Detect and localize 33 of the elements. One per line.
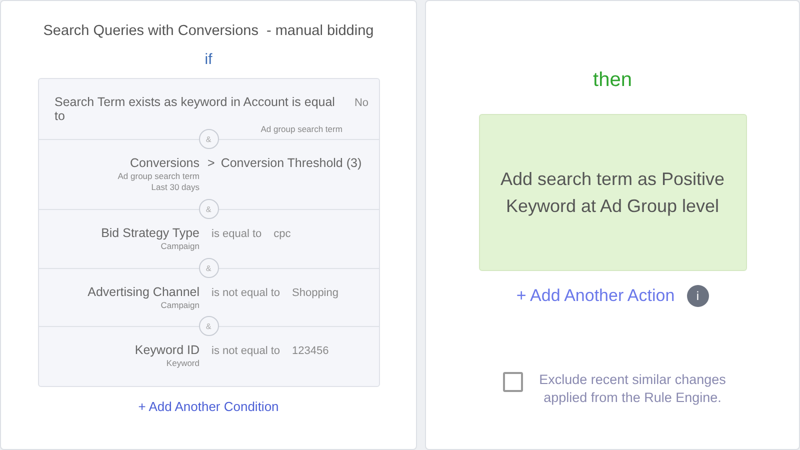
condition-scope: Ad group search term — [118, 171, 200, 181]
condition-field[interactable]: Conversions — [130, 156, 200, 170]
condition-value[interactable]: Shopping — [292, 287, 338, 299]
condition-scope: Keyword — [166, 358, 200, 368]
condition-value[interactable]: Conversion Threshold (3) — [220, 156, 362, 170]
condition-field[interactable]: Advertising Channel — [88, 285, 200, 299]
and-joiner: & — [198, 129, 218, 149]
condition-scope: Campaign — [160, 241, 200, 251]
condition-value[interactable]: 123456 — [292, 345, 329, 357]
condition-scope: Ad group search term — [260, 124, 342, 134]
condition-operator[interactable]: is not equal to — [212, 345, 280, 357]
and-joiner: & — [198, 316, 218, 336]
condition-field[interactable]: Bid Strategy Type — [101, 226, 200, 240]
condition-scope: Last 30 days — [151, 182, 200, 192]
add-action-link[interactable]: + Add Another Action — [516, 286, 675, 306]
and-joiner: & — [198, 258, 218, 278]
condition-value[interactable]: No — [354, 97, 368, 109]
condition-operator[interactable]: > — [208, 156, 215, 170]
condition-operator[interactable]: is equal to — [212, 228, 262, 240]
if-label: if — [204, 51, 212, 68]
condition-operator[interactable]: is not equal to — [212, 287, 280, 299]
condition-value[interactable]: cpc — [274, 228, 291, 240]
condition-field[interactable]: Search Term exists as keyword in Account is equal to — [54, 95, 342, 123]
then-label: then — [593, 69, 632, 92]
exclude-checkbox[interactable] — [502, 372, 522, 392]
info-icon[interactable]: i — [686, 285, 709, 307]
exclude-label: Exclude recent similar changes applied from the Rule Engine. — [538, 371, 727, 407]
action-card[interactable]: Add search term as Positive Keyword at Ad Group level — [478, 114, 746, 271]
condition-scope: Campaign — [160, 300, 200, 310]
condition-field[interactable]: Keyword ID — [134, 343, 200, 357]
add-condition-link[interactable]: + Add Another Condition — [138, 399, 279, 414]
and-joiner: & — [198, 199, 218, 219]
rule-title: Search Queries with Conversions - manual bidding — [43, 23, 374, 39]
